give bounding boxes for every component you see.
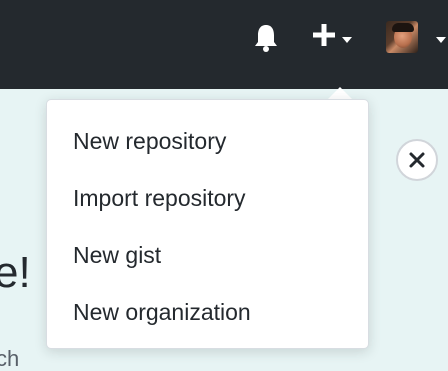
plus-icon[interactable] — [309, 20, 339, 50]
menu-item-new-gist[interactable]: New gist — [47, 228, 368, 282]
top-navigation-bar — [0, 0, 448, 89]
menu-item-new-organization[interactable]: New organization — [47, 285, 368, 339]
page-heading-fragment: e! — [0, 248, 31, 297]
create-new-dropdown: New repository Import repository New gis… — [46, 99, 369, 349]
avatar-hair — [392, 23, 414, 32]
menu-item-import-repository[interactable]: Import repository — [47, 171, 368, 225]
caret-down-icon[interactable] — [436, 37, 446, 43]
dismiss-button[interactable] — [396, 139, 438, 181]
caret-down-icon[interactable] — [342, 37, 352, 43]
page-subtext-fragment: ch — [0, 346, 20, 371]
dropdown-pointer — [328, 87, 352, 99]
bell-icon[interactable] — [252, 23, 280, 53]
close-icon — [409, 152, 425, 168]
menu-item-new-repository[interactable]: New repository — [47, 114, 368, 168]
avatar[interactable] — [386, 21, 418, 53]
